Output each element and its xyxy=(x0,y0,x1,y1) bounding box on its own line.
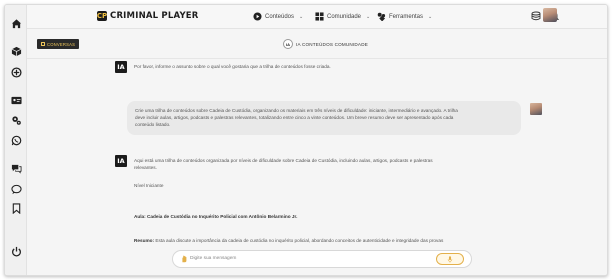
layers-icon[interactable] xyxy=(10,66,22,78)
message-input-bar[interactable]: Digite sua mensagem xyxy=(172,250,472,268)
play-circle-icon xyxy=(253,12,262,21)
conversations-icon xyxy=(41,42,45,46)
chat-header: CONVERSAS IA IA CONTEÚDOS COMUNIDADE xyxy=(27,31,607,59)
ia-badge: IA xyxy=(283,39,293,49)
chat-area: IA Por favor, informe o assunto sobre o … xyxy=(27,60,607,275)
microphone-icon xyxy=(447,255,453,263)
nav-ferramentas[interactable]: Ferramentas ⌄ xyxy=(377,12,432,21)
settings-icon[interactable] xyxy=(10,114,22,126)
mic-button[interactable] xyxy=(436,253,464,265)
ia-avatar: IA xyxy=(115,155,127,167)
id-card-icon[interactable] xyxy=(10,94,22,106)
top-navigation-bar: CP CRIMINAL PLAYER Conteúdos ⌄ Comunidad… xyxy=(27,5,607,29)
bookmark-icon[interactable] xyxy=(10,202,22,214)
message-input-placeholder: Digite sua mensagem xyxy=(190,256,237,261)
database-icon[interactable] xyxy=(531,11,541,21)
hand-icon xyxy=(182,255,187,263)
chat-title: IA IA CONTEÚDOS COMUNIDADE xyxy=(283,39,368,49)
nav-comunidade[interactable]: Comunidade ⌄ xyxy=(315,12,370,21)
logo-text: CRIMINAL PLAYER xyxy=(110,11,199,21)
sidebar xyxy=(5,5,27,275)
aula-title: Aula: Cadeia de Custódia no Inquérito Po… xyxy=(134,214,298,219)
grid-icon xyxy=(315,12,324,21)
user-message-line: deve incluir aulas, artigos, podcasts e … xyxy=(135,115,454,120)
chevron-down-icon: ⌄ xyxy=(428,13,433,20)
nav-comunidade-label: Comunidade xyxy=(327,13,362,20)
tools-icon xyxy=(377,12,386,21)
ia-reply-line: Aqui está uma trilha de conteúdos organi… xyxy=(134,158,433,163)
power-icon[interactable] xyxy=(10,245,22,257)
chevron-down-icon: ⌄ xyxy=(366,13,371,20)
conversas-label: CONVERSAS xyxy=(47,41,76,47)
user-message-line: conteúdo listado. xyxy=(135,122,171,127)
whatsapp-icon[interactable] xyxy=(10,134,22,146)
user-avatar[interactable] xyxy=(543,8,557,22)
nav-conteudos[interactable]: Conteúdos ⌄ xyxy=(253,12,303,21)
nav-ferramentas-label: Ferramentas xyxy=(389,13,424,20)
cube-icon[interactable] xyxy=(10,45,22,57)
app-logo[interactable]: CP CRIMINAL PLAYER xyxy=(97,11,199,21)
conversas-button[interactable]: CONVERSAS xyxy=(37,39,80,49)
user-message-bubble: Crie uma trilha de conteúdos sobre Cadei… xyxy=(127,101,521,135)
chevron-down-icon: ⌄ xyxy=(299,13,304,20)
ia-reply-line: relevantes. xyxy=(134,165,157,170)
resumo-label: Resumo: xyxy=(134,238,155,243)
user-message-line: Crie uma trilha de conteúdos sobre Cadei… xyxy=(135,108,458,113)
ia-reply-message: Aqui está uma trilha de conteúdos organi… xyxy=(134,157,433,171)
nav-conteudos-label: Conteúdos xyxy=(265,13,295,20)
resumo-body: Esta aula discute a importância da cadei… xyxy=(155,238,444,243)
home-icon[interactable] xyxy=(10,17,22,29)
resumo-text: Resumo: Esta aula discute a importância … xyxy=(134,237,443,244)
app-window: CP CRIMINAL PLAYER Conteúdos ⌄ Comunidad… xyxy=(4,4,608,276)
user-message-avatar xyxy=(530,103,542,115)
ia-prompt-message: Por favor, informe o assunto sobre o qua… xyxy=(134,64,331,69)
chat-bubbles-icon[interactable] xyxy=(10,162,22,174)
ia-avatar: IA xyxy=(115,61,127,73)
comment-icon[interactable] xyxy=(10,183,22,195)
level-heading: Nível Iniciante xyxy=(134,183,164,188)
logo-mark: CP xyxy=(96,11,108,21)
chat-title-label: IA CONTEÚDOS COMUNIDADE xyxy=(296,41,368,47)
